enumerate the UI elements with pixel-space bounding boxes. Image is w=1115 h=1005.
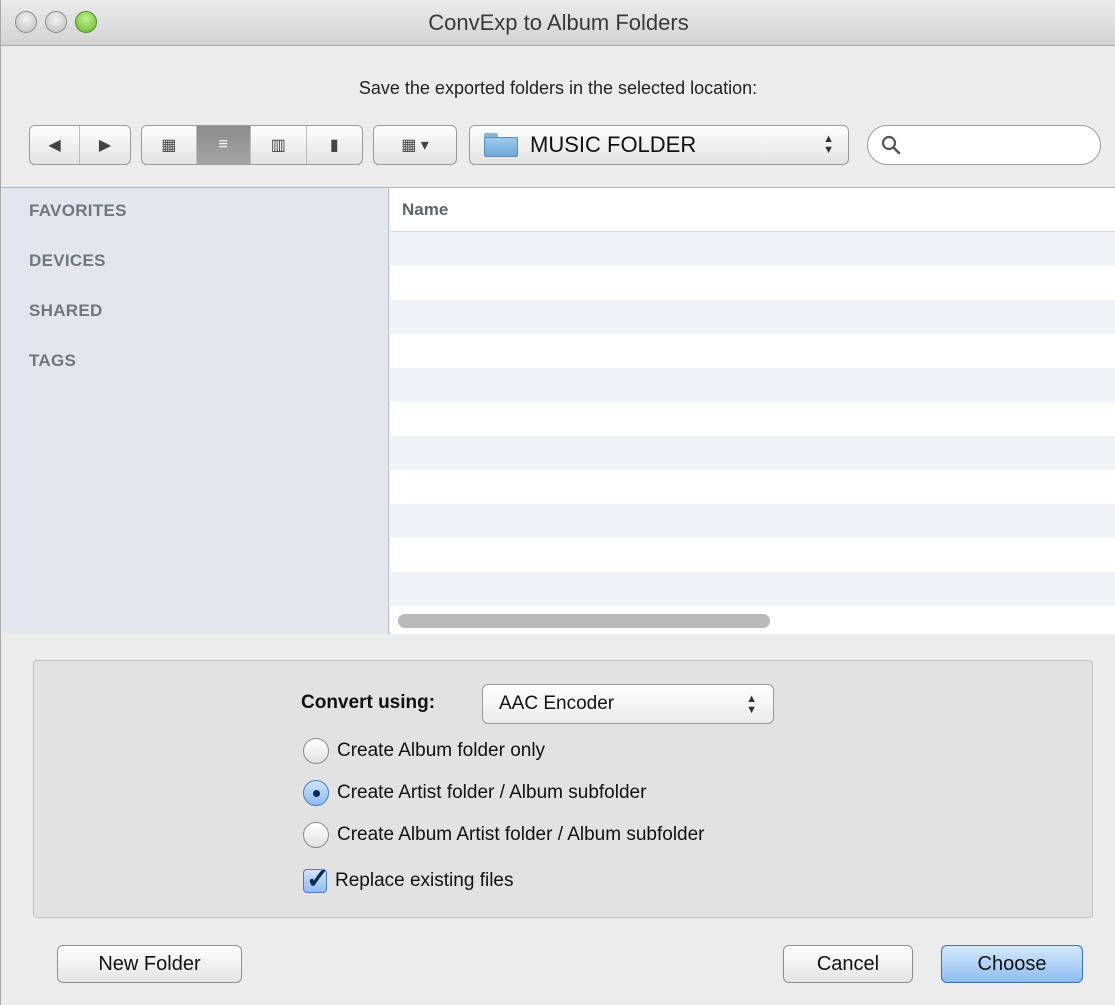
search-icon: [881, 135, 901, 155]
radio-album-only[interactable]: Create Album folder only: [303, 736, 545, 766]
choose-button[interactable]: Choose: [941, 945, 1083, 983]
popup-arrows-icon: ▲ ▼: [823, 133, 834, 156]
sidebar: FAVORITES DEVICES SHARED TAGS: [1, 188, 389, 634]
list-row: [390, 368, 1115, 402]
folder-icon: [484, 133, 518, 157]
list-row: [390, 300, 1115, 334]
view-mode-control: ▦ ≡ ▥ ▮: [141, 125, 363, 165]
list-row: [390, 538, 1115, 572]
new-folder-button[interactable]: New Folder: [57, 945, 242, 983]
sidebar-section-devices[interactable]: DEVICES: [1, 238, 388, 288]
radio-button[interactable]: [303, 738, 329, 764]
coverflow-view-icon[interactable]: ▮: [307, 126, 362, 164]
file-browser: FAVORITES DEVICES SHARED TAGS Name: [1, 187, 1115, 634]
cancel-button[interactable]: Cancel: [783, 945, 913, 983]
list-row: [390, 436, 1115, 470]
sidebar-section-shared[interactable]: SHARED: [1, 288, 388, 338]
list-row: [390, 266, 1115, 300]
radio-label: Create Album folder only: [337, 740, 546, 761]
radio-album-artist-album[interactable]: Create Album Artist folder / Album subfo…: [303, 820, 705, 850]
arrange-button[interactable]: ▦ ▾: [373, 125, 457, 165]
title-bar[interactable]: ConvExp to Album Folders: [1, 0, 1115, 46]
history-nav: ◀ ▶: [29, 125, 131, 165]
list-row: [390, 470, 1115, 504]
select-arrows-icon: ▲ ▼: [746, 693, 757, 716]
list-row: [390, 572, 1115, 606]
convert-using-label: Convert using:: [301, 692, 436, 713]
forward-icon[interactable]: ▶: [80, 126, 130, 164]
replace-existing-checkbox-row[interactable]: ✓ Replace existing files: [303, 863, 514, 896]
dialog-prompt: Save the exported folders in the selecte…: [358, 78, 758, 98]
column-view-icon[interactable]: ▥: [251, 126, 307, 164]
radio-button-selected[interactable]: [303, 780, 329, 806]
radio-label: Create Album Artist folder / Album subfo…: [337, 824, 705, 845]
list-row: [390, 334, 1115, 368]
location-label: MUSIC FOLDER: [530, 132, 697, 157]
replace-existing-checkbox[interactable]: ✓: [303, 863, 329, 894]
arrange-icon: ▦ ▾: [401, 137, 429, 154]
checkmark-icon: ✓: [306, 863, 330, 894]
window-title: ConvExp to Album Folders: [428, 10, 689, 35]
horizontal-scrollbar[interactable]: [398, 614, 770, 628]
radio-artist-album[interactable]: Create Artist folder / Album subfolder: [303, 778, 646, 808]
search-field[interactable]: [867, 125, 1101, 165]
radio-button[interactable]: [303, 822, 329, 848]
sidebar-section-tags[interactable]: TAGS: [1, 338, 388, 388]
file-list[interactable]: Name: [390, 188, 1115, 634]
back-icon[interactable]: ◀: [30, 126, 81, 164]
list-row: [390, 402, 1115, 436]
sidebar-section-favorites[interactable]: FAVORITES: [1, 188, 388, 238]
list-row: [390, 232, 1115, 266]
icon-view-icon[interactable]: ▦: [142, 126, 197, 164]
encoder-value: AAC Encoder: [499, 693, 615, 714]
location-popup[interactable]: MUSIC FOLDER ▲ ▼: [469, 125, 849, 165]
checkbox-label: Replace existing files: [335, 870, 514, 891]
encoder-select[interactable]: AAC Encoder ▲ ▼: [482, 684, 774, 724]
list-view-icon[interactable]: ≡: [196, 126, 251, 164]
save-dialog-window: ConvExp to Album Folders Save the export…: [0, 0, 1115, 1005]
name-column-header[interactable]: Name: [390, 188, 1115, 232]
radio-label: Create Artist folder / Album subfolder: [337, 782, 647, 803]
list-row: [390, 504, 1115, 538]
